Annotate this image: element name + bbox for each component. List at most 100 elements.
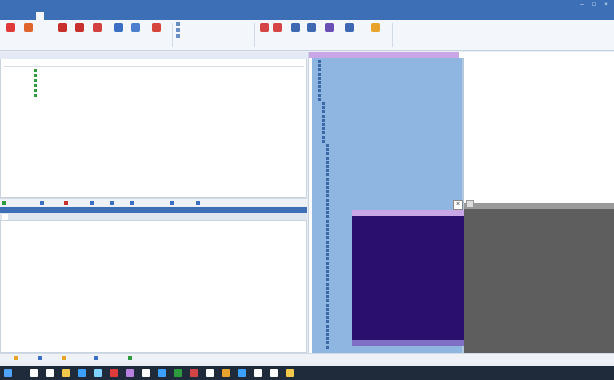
minimize-button[interactable]: – (578, 2, 586, 9)
tree-item[interactable] (318, 93, 323, 97)
close-button[interactable]: × (602, 2, 610, 9)
tab-window[interactable] (108, 12, 116, 20)
tree-item[interactable] (318, 60, 323, 63)
tree-item[interactable] (326, 337, 331, 341)
tree-item[interactable] (326, 236, 331, 240)
status-item[interactable] (38, 356, 44, 361)
search-icon[interactable] (30, 369, 38, 377)
tab-4[interactable] (54, 53, 60, 59)
ribbon.buttons-button-5[interactable] (111, 22, 125, 44)
toolbar-item-5[interactable] (130, 200, 136, 206)
tree-item[interactable] (326, 240, 331, 244)
tree-item[interactable] (326, 190, 331, 194)
app-icon[interactable] (126, 369, 134, 377)
tree-item[interactable] (326, 274, 331, 278)
ribbon.buttons2-button-0[interactable] (257, 22, 271, 44)
tree-item[interactable] (326, 232, 331, 236)
tree-item[interactable] (318, 68, 323, 72)
tree-item[interactable] (326, 198, 331, 202)
tree-item[interactable] (326, 177, 331, 181)
tree-item[interactable] (326, 270, 331, 273)
tab-5[interactable] (76, 53, 82, 59)
tree-item[interactable] (326, 312, 331, 315)
tree-item[interactable] (326, 202, 331, 206)
tree-item[interactable] (326, 152, 331, 156)
tree-item[interactable] (326, 160, 331, 164)
tree-item[interactable] (326, 257, 331, 261)
tree-item[interactable] (326, 345, 331, 349)
toolbar-item-6[interactable] (170, 200, 176, 206)
tree-item[interactable] (326, 324, 331, 328)
ribbon.buttons-button-4[interactable] (90, 22, 104, 44)
table-row[interactable] (4, 78, 304, 82)
tab-file[interactable] (2, 12, 10, 20)
ribbon.buttons-button-2[interactable] (55, 22, 69, 44)
ribbon.buttons2-button-6[interactable] (368, 22, 382, 44)
tree-item[interactable] (326, 299, 331, 303)
table-row[interactable] (4, 68, 304, 72)
tree-item[interactable] (318, 81, 323, 84)
tree-item[interactable] (326, 341, 331, 345)
app-icon[interactable] (158, 369, 166, 377)
tree-item[interactable] (322, 114, 327, 118)
tree-item[interactable] (326, 320, 331, 324)
tree-item[interactable] (326, 211, 331, 215)
tree-item[interactable] (322, 127, 327, 131)
app-icon[interactable] (94, 369, 102, 377)
app-icon[interactable] (142, 369, 150, 377)
browser-icon[interactable] (78, 369, 86, 377)
toolbar-item-3[interactable] (90, 200, 96, 206)
tree-item[interactable] (326, 148, 331, 152)
console-window[interactable] (352, 216, 464, 340)
tree-item[interactable] (326, 249, 331, 252)
close-icon[interactable]: × (453, 200, 463, 210)
tree-item[interactable] (326, 265, 331, 269)
tree-item[interactable] (326, 144, 331, 147)
tree-item[interactable] (326, 169, 331, 173)
tree-item[interactable] (322, 102, 327, 105)
ribbon.buttons-button-7[interactable] (149, 22, 163, 44)
app-icon[interactable] (206, 369, 214, 377)
app-icon[interactable] (174, 369, 182, 377)
tree-item[interactable] (326, 328, 331, 332)
tree-item[interactable] (322, 135, 327, 139)
toolbar-item-7[interactable] (196, 200, 202, 206)
ribbon.buttons-button-6[interactable] (128, 22, 142, 44)
tab-1[interactable] (2, 53, 8, 59)
tree-item[interactable] (326, 186, 331, 189)
tree-item[interactable] (326, 303, 331, 307)
tree-item[interactable] (326, 333, 331, 336)
tree-item[interactable] (326, 244, 331, 248)
tree-item[interactable] (322, 118, 327, 122)
tree-item[interactable] (318, 89, 323, 93)
tab-3[interactable] (34, 53, 40, 59)
tree-item[interactable] (322, 139, 327, 143)
tree-item[interactable] (326, 307, 331, 311)
tree-item[interactable] (326, 156, 331, 160)
status-item[interactable] (94, 356, 100, 361)
ribbon.buttons2-button-4[interactable] (322, 22, 336, 44)
app-icon[interactable] (222, 369, 230, 377)
tree-item[interactable] (326, 278, 331, 282)
tree-item[interactable] (318, 85, 323, 89)
ribbon-option-3[interactable] (176, 34, 236, 39)
tree-item[interactable] (318, 97, 323, 101)
tree-item[interactable] (326, 181, 331, 185)
tree-item[interactable] (318, 64, 323, 68)
tab-tools[interactable] (82, 12, 90, 20)
status-item[interactable] (14, 356, 20, 361)
tree-item[interactable] (322, 106, 327, 110)
tree-item[interactable] (326, 194, 331, 198)
tree-item[interactable] (326, 295, 331, 299)
folder-icon[interactable] (62, 369, 70, 377)
maximize-button[interactable]: □ (590, 2, 598, 9)
status-item[interactable] (62, 356, 68, 361)
tree-item[interactable] (322, 110, 327, 114)
tree-item[interactable] (326, 253, 331, 257)
ribbon.buttons-button-1[interactable] (21, 22, 35, 44)
tree-item[interactable] (326, 291, 331, 294)
tree-item[interactable] (326, 261, 331, 265)
ribbon.buttons-button-3[interactable] (72, 22, 86, 44)
app-icon[interactable] (190, 369, 198, 377)
ribbon.buttons-button-0[interactable] (3, 22, 17, 44)
